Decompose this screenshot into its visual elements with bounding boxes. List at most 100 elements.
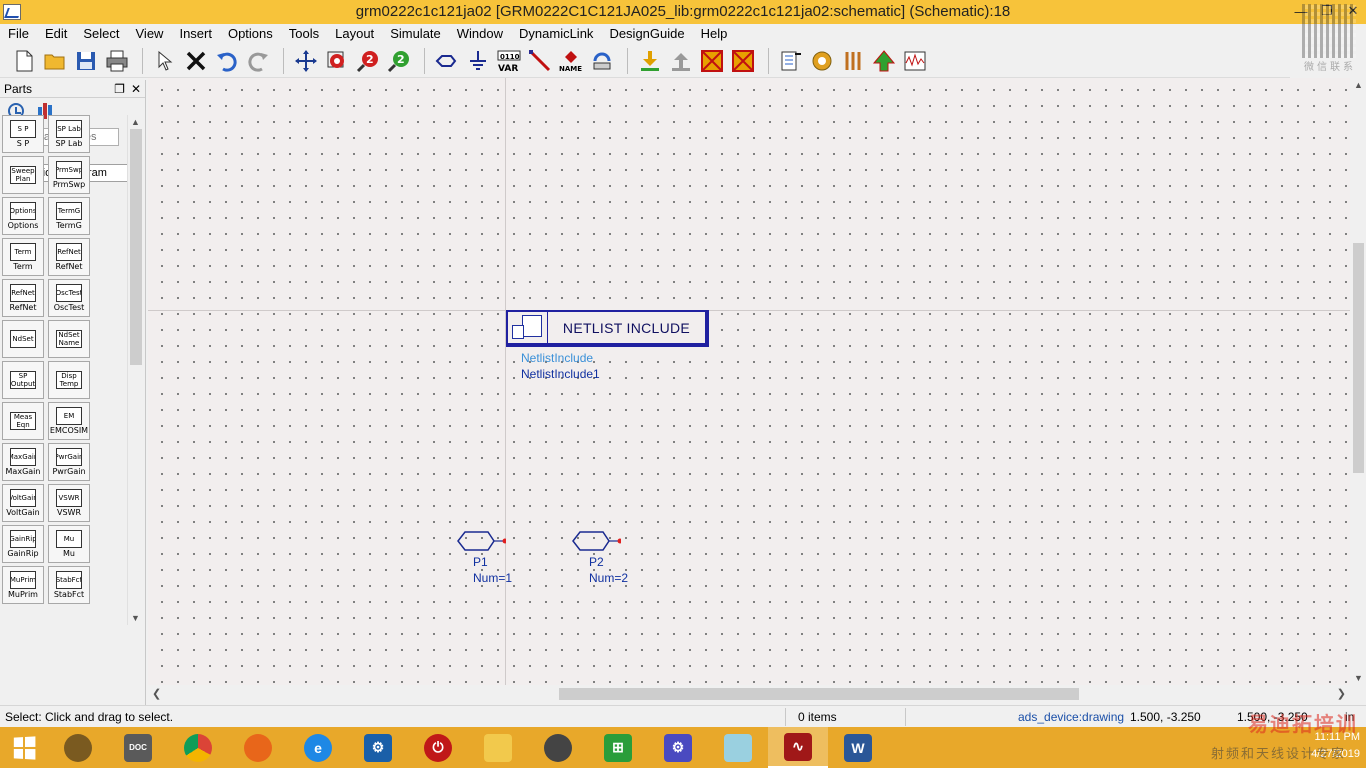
scroll-right-arrow-icon[interactable]: ❯	[1337, 687, 1346, 700]
menu-window[interactable]: Window	[449, 24, 511, 44]
scroll-up-arrow-icon[interactable]: ▲	[1354, 80, 1363, 90]
port-p1-num[interactable]: Num=1	[473, 571, 512, 585]
palette-item[interactable]: NdSet Name	[48, 320, 90, 358]
palette-scrollbar[interactable]: ▲ ▼	[127, 115, 143, 625]
var-equation-icon[interactable]: 0110 VAR	[495, 47, 523, 75]
menu-dynamiclink[interactable]: DynamicLink	[511, 24, 601, 44]
palette-item[interactable]: Meas Eqn	[2, 402, 44, 440]
canvas-vertical-scrollbar[interactable]: ▲ ▼	[1350, 78, 1366, 685]
store-icon[interactable]: ⊞	[588, 727, 648, 768]
port-p2-name[interactable]: P2	[589, 555, 604, 569]
new-file-icon[interactable]	[10, 47, 38, 75]
menu-options[interactable]: Options	[220, 24, 281, 44]
move-icon[interactable]	[292, 47, 320, 75]
palette-item[interactable]: NdSet	[2, 320, 44, 358]
port-p1[interactable]	[456, 530, 508, 552]
menu-designguide[interactable]: DesignGuide	[601, 24, 692, 44]
open-folder-icon[interactable]	[41, 47, 69, 75]
palette-item[interactable]: MaxGainMaxGain	[2, 443, 44, 481]
taskbar-app-icon[interactable]	[48, 727, 108, 768]
control-panel-icon[interactable]: ⚙	[648, 727, 708, 768]
ground-icon[interactable]	[464, 47, 492, 75]
palette-item[interactable]: StabFct StabFct	[48, 566, 90, 604]
scroll-up-arrow-icon[interactable]: ▲	[131, 117, 140, 127]
windows-start-button[interactable]	[0, 727, 48, 768]
port-p1-name[interactable]: P1	[473, 555, 488, 569]
rotate-icon[interactable]	[588, 47, 616, 75]
palette-item[interactable]: RefNet RefNet	[48, 238, 90, 276]
media-app-icon[interactable]	[528, 727, 588, 768]
pop-out-hierarchy-icon[interactable]	[667, 47, 695, 75]
scroll-down-arrow-icon[interactable]: ▼	[1354, 673, 1363, 683]
menu-select[interactable]: Select	[75, 24, 127, 44]
settings-app-icon[interactable]: ⚙	[348, 727, 408, 768]
schematic-canvas[interactable]: NETLIST INCLUDE NetlistInclude NetlistIn…	[148, 78, 1350, 685]
palette-item[interactable]: MuPrim MuPrim	[2, 566, 44, 604]
menu-layout[interactable]: Layout	[327, 24, 382, 44]
menu-help[interactable]: Help	[693, 24, 736, 44]
palette-item[interactable]: EM EMCOSIM	[48, 402, 90, 440]
zoom-area-icon[interactable]	[323, 47, 351, 75]
component-library-icon[interactable]	[777, 47, 805, 75]
vertical-scroll-thumb[interactable]	[1353, 243, 1364, 473]
file-explorer-icon[interactable]	[468, 727, 528, 768]
scroll-down-arrow-icon[interactable]: ▼	[131, 613, 140, 623]
palette-item[interactable]: Options Options	[2, 197, 44, 235]
save-icon[interactable]	[72, 47, 100, 75]
word-icon[interactable]: W	[828, 727, 888, 768]
netlist-instance-label[interactable]: NetlistInclude1	[521, 367, 600, 381]
palette-item[interactable]: Disp Temp	[48, 361, 90, 399]
palette-item[interactable]: VSWR VSWR	[48, 484, 90, 522]
print-icon[interactable]	[103, 47, 131, 75]
internet-explorer-icon[interactable]: e	[288, 727, 348, 768]
wire-icon[interactable]	[526, 47, 554, 75]
chrome-icon[interactable]	[168, 727, 228, 768]
palette-item[interactable]: SP Lab SP Lab	[48, 115, 90, 153]
data-display-icon[interactable]	[901, 47, 929, 75]
menu-tools[interactable]: Tools	[281, 24, 327, 44]
palette-item[interactable]: PwrGainPwrGain	[48, 443, 90, 481]
taskbar-doc-icon[interactable]: DOC	[108, 727, 168, 768]
undo-icon[interactable]	[213, 47, 241, 75]
netlist-type-label[interactable]: NetlistInclude	[521, 351, 593, 365]
simulation-settings-icon[interactable]	[808, 47, 836, 75]
horizontal-scroll-thumb[interactable]	[559, 688, 1079, 700]
undock-icon[interactable]: ❐	[114, 82, 125, 96]
redo-icon[interactable]	[244, 47, 272, 75]
palette-item[interactable]: PrmSwp PrmSwp	[48, 156, 90, 194]
palette-item[interactable]: S PS P	[2, 115, 44, 153]
menu-file[interactable]: File	[0, 24, 37, 44]
wire-label-icon[interactable]: NAME	[557, 47, 585, 75]
select-pointer-icon[interactable]	[151, 47, 179, 75]
palette-scroll-thumb[interactable]	[130, 129, 142, 365]
ads-taskbar-icon[interactable]: ∿	[768, 727, 828, 768]
menu-edit[interactable]: Edit	[37, 24, 75, 44]
menu-view[interactable]: View	[128, 24, 172, 44]
scroll-left-arrow-icon[interactable]: ❮	[152, 687, 161, 700]
palette-item[interactable]: SP Output	[2, 361, 44, 399]
simulate-icon[interactable]	[870, 47, 898, 75]
push-into-hierarchy-icon[interactable]	[636, 47, 664, 75]
zoom-out-icon[interactable]: 2	[385, 47, 413, 75]
palette-item[interactable]: VoltGainVoltGain	[2, 484, 44, 522]
deactivate-icon[interactable]	[698, 47, 726, 75]
palette-item[interactable]: RefNet RefNet	[2, 279, 44, 317]
port-p2-num[interactable]: Num=2	[589, 571, 628, 585]
canvas-horizontal-scrollbar[interactable]: ❮ ❯	[148, 685, 1350, 703]
port-icon[interactable]	[433, 47, 461, 75]
palette-item[interactable]: OscTest OscTest	[48, 279, 90, 317]
delete-icon[interactable]	[182, 47, 210, 75]
port-p2[interactable]	[571, 530, 623, 552]
tuning-icon[interactable]	[839, 47, 867, 75]
panel-close-icon[interactable]: ✕	[131, 82, 141, 96]
palette-item[interactable]: Term Term	[2, 238, 44, 276]
palette-item[interactable]: Mu Mu	[48, 525, 90, 563]
palette-item[interactable]: Sweep Plan	[2, 156, 44, 194]
status-layer[interactable]: ads_device:drawing	[1018, 710, 1124, 724]
menu-simulate[interactable]: Simulate	[382, 24, 449, 44]
zoom-in-icon[interactable]: 2	[354, 47, 382, 75]
taskbar-tool-icon[interactable]	[708, 727, 768, 768]
power-app-icon[interactable]: ⏻	[408, 727, 468, 768]
short-component-icon[interactable]	[729, 47, 757, 75]
netlist-include-component[interactable]: NETLIST INCLUDE	[506, 310, 709, 347]
